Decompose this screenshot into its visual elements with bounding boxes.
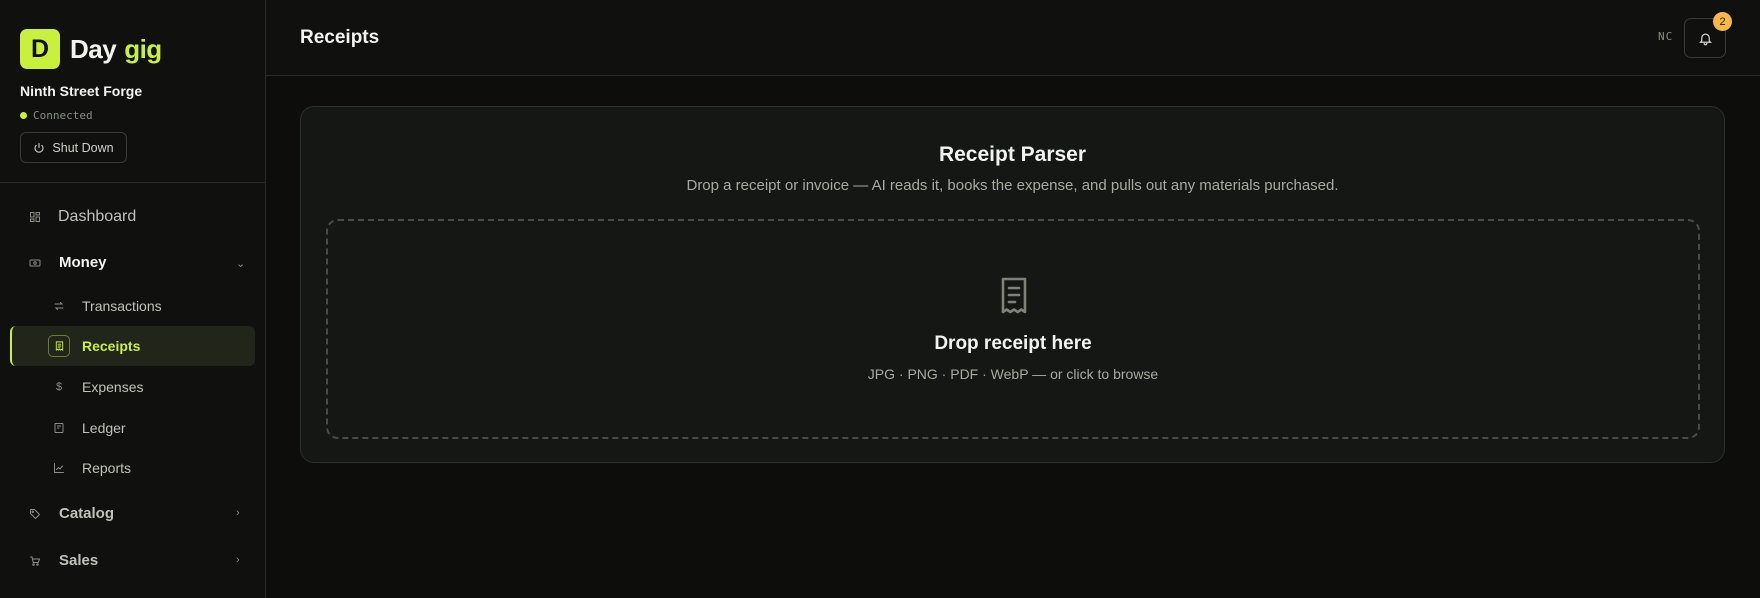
logo: D <box>20 29 60 69</box>
receipt-parser-card: Receipt Parser Drop a receipt or invoice… <box>300 106 1725 463</box>
status-dot <box>20 112 27 119</box>
sidebar-item-label: Expenses <box>82 379 144 395</box>
sidebar-divider <box>0 182 266 183</box>
dropzone-title: Drop receipt here <box>934 333 1092 354</box>
card-title: Receipt Parser <box>938 143 1087 166</box>
sidebar-item-receipts[interactable]: Receipts <box>48 335 140 357</box>
cart-icon <box>28 554 42 568</box>
sidebar-item-ledger[interactable]: Ledger <box>52 420 126 436</box>
chevron-right-icon[interactable]: › <box>236 554 240 566</box>
dollar-icon: $ <box>55 381 63 393</box>
sidebar-item-label: Transactions <box>82 298 162 314</box>
status-label: Connected <box>33 109 93 122</box>
connection-status: Connected <box>20 109 93 122</box>
tag-icon <box>28 507 42 521</box>
receipt-dropzone[interactable]: Drop receipt here JPG · PNG · PDF · WebP… <box>326 219 1700 439</box>
sidebar-item-money[interactable]: Money <box>28 254 107 271</box>
sidebar-item-label: Ledger <box>82 420 126 436</box>
shutdown-label: Shut Down <box>52 140 114 155</box>
chevron-right-icon[interactable]: › <box>236 507 240 519</box>
receipt-icon <box>1001 277 1027 314</box>
brand-name-gig: gig <box>124 33 162 64</box>
notification-badge: 2 <box>1713 12 1732 31</box>
app: D Day gig Ninth Street Forge Connected S… <box>0 0 1760 598</box>
money-icon <box>28 256 42 270</box>
brand-name-day: Day <box>70 33 117 64</box>
sidebar: D Day gig Ninth Street Forge Connected S… <box>0 0 266 598</box>
arrows-icon <box>52 299 66 313</box>
card-subtitle: Drop a receipt or invoice — AI reads it,… <box>686 177 1339 194</box>
sidebar-item-expenses[interactable]: $ Expenses <box>52 379 144 395</box>
dashboard-icon <box>28 210 42 224</box>
page-title: Receipts <box>300 27 380 48</box>
sidebar-item-dashboard[interactable]: Dashboard <box>28 208 136 226</box>
dropzone-hint: JPG · PNG · PDF · WebP — or click to bro… <box>867 366 1159 382</box>
sidebar-item-catalog[interactable]: Catalog <box>28 505 114 522</box>
sidebar-item-label: Sales <box>59 552 99 569</box>
chevron-down-icon[interactable]: ⌄ <box>236 257 245 270</box>
user-initials[interactable]: NC <box>1658 30 1673 43</box>
sidebar-item-label: Money <box>59 254 107 271</box>
sidebar-item-transactions[interactable]: Transactions <box>52 298 162 314</box>
sidebar-item-label: Reports <box>82 460 132 476</box>
sidebar-item-label: Dashboard <box>58 208 137 225</box>
brand[interactable]: D Day gig <box>20 29 162 69</box>
sidebar-item-reports[interactable]: Reports <box>52 460 131 476</box>
power-icon <box>34 142 44 153</box>
shutdown-button[interactable]: Shut Down <box>20 132 127 163</box>
chart-icon <box>52 461 66 475</box>
book-icon <box>52 421 66 435</box>
workspace-name: Ninth Street Forge <box>20 83 143 99</box>
sidebar-item-label: Catalog <box>59 505 115 522</box>
receipt-icon <box>48 335 70 357</box>
bell-icon <box>1698 33 1712 45</box>
sidebar-item-sales[interactable]: Sales <box>28 552 98 569</box>
main-content: Receipts NC 2 Receipt Parser Drop a rece… <box>266 0 1760 598</box>
top-bar: Receipts NC 2 <box>266 0 1760 76</box>
sidebar-item-label: Receipts <box>82 338 141 354</box>
